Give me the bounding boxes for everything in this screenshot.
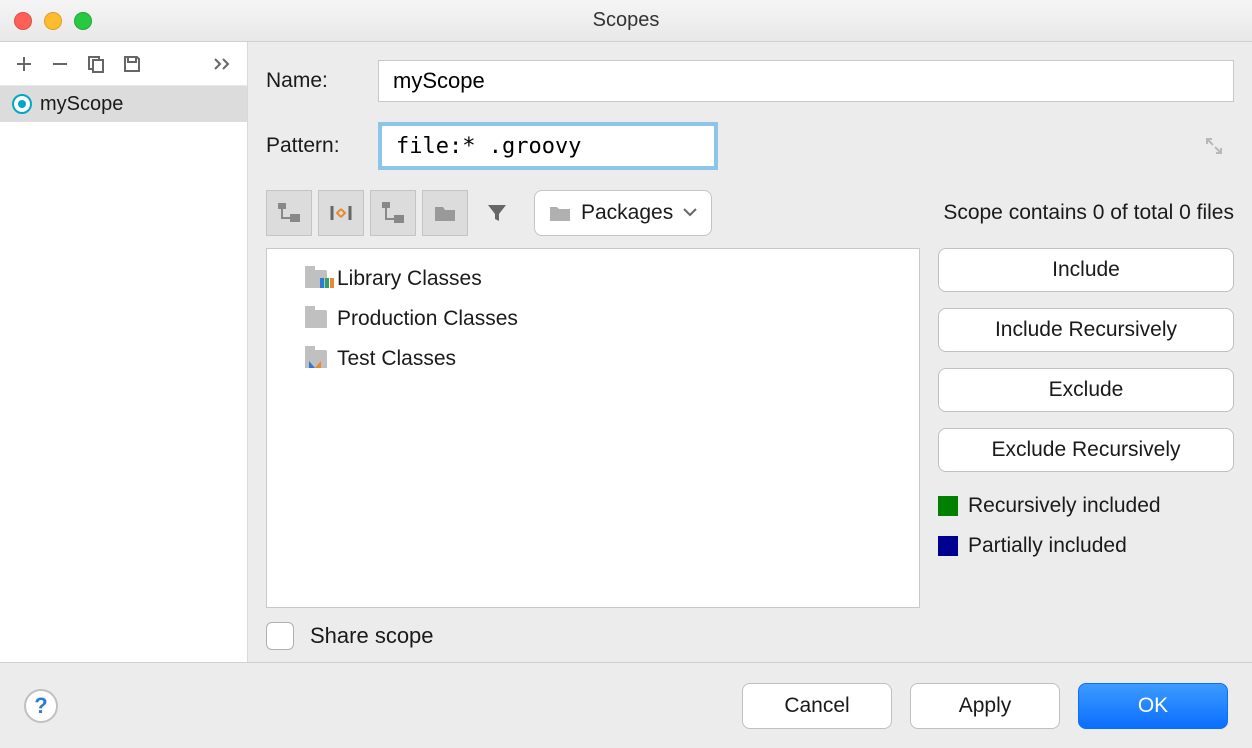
ok-button[interactable]: OK bbox=[1078, 683, 1228, 729]
pattern-label: Pattern: bbox=[266, 134, 378, 158]
main-panel: Name: Pattern: bbox=[248, 42, 1252, 662]
close-window-button[interactable] bbox=[14, 12, 32, 30]
tree-item-label: Library Classes bbox=[337, 267, 482, 291]
chevrons-right-icon bbox=[213, 58, 233, 70]
expand-field-icon[interactable] bbox=[1204, 136, 1224, 156]
exclude-button[interactable]: Exclude bbox=[938, 368, 1234, 412]
legend-label: Partially included bbox=[968, 534, 1127, 558]
legend-recursively: Recursively included bbox=[938, 494, 1234, 518]
copy-scope-button[interactable] bbox=[82, 50, 110, 78]
plus-icon bbox=[14, 54, 34, 74]
name-input[interactable] bbox=[378, 60, 1234, 102]
pattern-input[interactable] bbox=[378, 122, 718, 170]
include-recursively-button[interactable]: Include Recursively bbox=[938, 308, 1234, 352]
folder-button[interactable] bbox=[422, 190, 468, 236]
sidebar-item-label: myScope bbox=[40, 93, 123, 116]
copy-icon bbox=[86, 54, 106, 74]
scope-tree[interactable]: Library Classes Production Classes Test … bbox=[266, 248, 920, 608]
library-folder-icon bbox=[305, 270, 327, 288]
name-label: Name: bbox=[266, 69, 378, 93]
scope-list: myScope bbox=[0, 86, 247, 662]
tree-item[interactable]: Test Classes bbox=[267, 339, 919, 379]
dialog-button-bar: ? Cancel Apply OK bbox=[0, 662, 1252, 748]
folder-icon bbox=[433, 203, 457, 223]
tree-view-button[interactable] bbox=[266, 190, 312, 236]
include-button[interactable]: Include bbox=[938, 248, 1234, 292]
chevron-down-icon bbox=[683, 208, 697, 218]
minus-icon bbox=[50, 54, 70, 74]
tree-toolbar: Packages bbox=[266, 190, 712, 236]
add-scope-button[interactable] bbox=[10, 50, 38, 78]
sidebar-item-myscope[interactable]: myScope bbox=[0, 86, 247, 122]
legend-swatch-blue bbox=[938, 536, 958, 556]
sidebar: myScope bbox=[0, 42, 248, 662]
zoom-window-button[interactable] bbox=[74, 12, 92, 30]
sidebar-toolbar bbox=[0, 42, 247, 86]
window-controls bbox=[14, 12, 92, 30]
legend-partially: Partially included bbox=[938, 534, 1234, 558]
tree-item[interactable]: Library Classes bbox=[267, 259, 919, 299]
save-icon bbox=[122, 54, 142, 74]
window-title: Scopes bbox=[593, 9, 660, 32]
save-scope-button[interactable] bbox=[118, 50, 146, 78]
remove-scope-button[interactable] bbox=[46, 50, 74, 78]
brackets-icon bbox=[328, 200, 354, 226]
tree-item[interactable]: Production Classes bbox=[267, 299, 919, 339]
navigate-up-button[interactable] bbox=[370, 190, 416, 236]
share-scope-checkbox[interactable] bbox=[266, 622, 294, 650]
filter-icon bbox=[485, 201, 509, 225]
up-tree-icon bbox=[380, 200, 406, 226]
action-buttons-column: Include Include Recursively Exclude Excl… bbox=[938, 248, 1234, 608]
scroll-to-source-button[interactable] bbox=[318, 190, 364, 236]
overflow-toolbar-button[interactable] bbox=[209, 50, 237, 78]
legend-swatch-green bbox=[938, 496, 958, 516]
legend-label: Recursively included bbox=[968, 494, 1161, 518]
minimize-window-button[interactable] bbox=[44, 12, 62, 30]
scope-dropdown-label: Packages bbox=[581, 201, 673, 225]
test-folder-icon bbox=[305, 350, 327, 368]
folder-icon bbox=[549, 204, 571, 222]
scope-status-text: Scope contains 0 of total 0 files bbox=[943, 201, 1234, 225]
tree-item-label: Production Classes bbox=[337, 307, 518, 331]
help-button[interactable]: ? bbox=[24, 689, 58, 723]
tree-icon bbox=[276, 200, 302, 226]
scope-dropdown[interactable]: Packages bbox=[534, 190, 712, 236]
filter-button[interactable] bbox=[474, 190, 520, 236]
tree-item-label: Test Classes bbox=[337, 347, 456, 371]
scope-local-icon bbox=[12, 94, 32, 114]
folder-icon bbox=[305, 310, 327, 328]
titlebar: Scopes bbox=[0, 0, 1252, 42]
share-scope-label: Share scope bbox=[310, 623, 434, 649]
exclude-recursively-button[interactable]: Exclude Recursively bbox=[938, 428, 1234, 472]
apply-button[interactable]: Apply bbox=[910, 683, 1060, 729]
cancel-button[interactable]: Cancel bbox=[742, 683, 892, 729]
